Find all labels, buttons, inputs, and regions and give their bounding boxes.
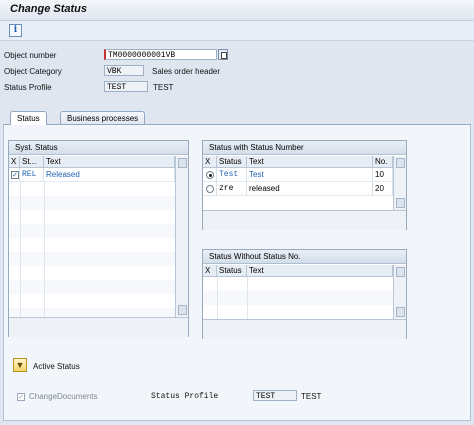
status-profile-description: TEST [153,83,174,92]
status-code-cell: zre [217,182,247,196]
table-row[interactable]: ✓ REL Released [9,168,175,182]
footer-status-profile-field: TEST [253,390,297,401]
object-category-field: VBK [104,65,144,76]
column-header-status[interactable]: Status [217,156,247,168]
row-radio-cell [203,182,217,196]
scroll-up-button[interactable] [178,158,187,168]
tab-business-processes[interactable]: Business processes [60,111,146,124]
column-header-x[interactable]: X [203,156,217,168]
column-divider [217,277,218,319]
empty-rows [203,277,393,319]
application-toolbar [0,21,474,41]
status-text-cell: Released [44,168,175,182]
column-divider [20,182,21,317]
column-header-status[interactable]: St... [20,156,44,168]
status-with-number-title: Status with Status Number [203,141,406,155]
status-profile-field: TEST [104,81,148,92]
info-icon[interactable]: i [9,24,22,37]
object-category-label: Object Category [4,67,62,76]
row-radio-cell [203,168,217,182]
status-text-cell: Test [247,168,373,182]
status-number-cell: 10 [373,168,393,182]
filter-icon[interactable]: ▼ [13,358,27,372]
column-header-number[interactable]: No. [373,156,393,168]
status-code-cell: REL [20,168,44,182]
status-radio-button[interactable] [206,185,214,193]
scroll-down-button[interactable] [396,307,405,317]
scroll-down-button[interactable] [178,305,187,315]
status-without-number-title: Status Without Status No. [203,250,406,264]
scroll-up-button[interactable] [396,267,405,277]
column-header-text[interactable]: Text [247,265,393,277]
tab-status[interactable]: Status [10,111,47,125]
status-radio-button[interactable] [206,171,214,179]
table-row[interactable]: Test Test 10 [203,168,393,182]
column-header-text[interactable]: Text [44,156,175,168]
horizontal-scrollbar[interactable] [203,210,406,230]
vertical-scrollbar[interactable] [393,265,406,319]
status-with-number-group: Status with Status Number X Status Text … [202,140,407,230]
syst-status-group: Syst. Status X St... Text ✓ REL Released [8,140,189,337]
status-number-cell: 20 [373,182,393,196]
vertical-scrollbar[interactable] [175,156,188,317]
footer-status-profile-label: Status Profile [151,392,219,401]
row-checkbox-cell: ✓ [9,168,20,182]
change-documents-label: ChangeDocuments [29,392,98,401]
object-category-description: Sales order header [152,67,221,76]
object-number-field[interactable]: TM0000000001VB [104,49,217,60]
column-header-x[interactable]: X [9,156,20,168]
status-text-cell: released [247,182,373,196]
table-row[interactable]: zre released 20 [203,182,393,196]
status-code-cell: Test [217,168,247,182]
scroll-up-button[interactable] [396,158,405,168]
scroll-down-button[interactable] [396,198,405,208]
column-divider [44,182,45,317]
horizontal-scrollbar[interactable] [9,317,188,337]
object-number-label: Object number [4,51,57,60]
column-divider [247,277,248,319]
empty-rows [9,182,175,317]
syst-status-title: Syst. Status [9,141,188,155]
status-profile-label: Status Profile [4,83,52,92]
horizontal-scrollbar[interactable] [203,319,406,339]
vertical-scrollbar[interactable] [393,156,406,210]
window-title: Change Status [10,3,88,15]
column-header-status[interactable]: Status [217,265,247,277]
status-without-number-group: Status Without Status No. X Status Text [202,249,407,339]
column-header-x[interactable]: X [203,265,217,277]
value-help-icon[interactable] [218,49,228,60]
active-status-label[interactable]: Active Status [33,362,80,371]
empty-row [203,196,393,210]
status-checkbox[interactable]: ✓ [11,171,19,179]
footer-status-profile-text: TEST [301,392,322,401]
column-header-text[interactable]: Text [247,156,373,168]
change-documents-checkbox: ✓ [17,393,25,401]
